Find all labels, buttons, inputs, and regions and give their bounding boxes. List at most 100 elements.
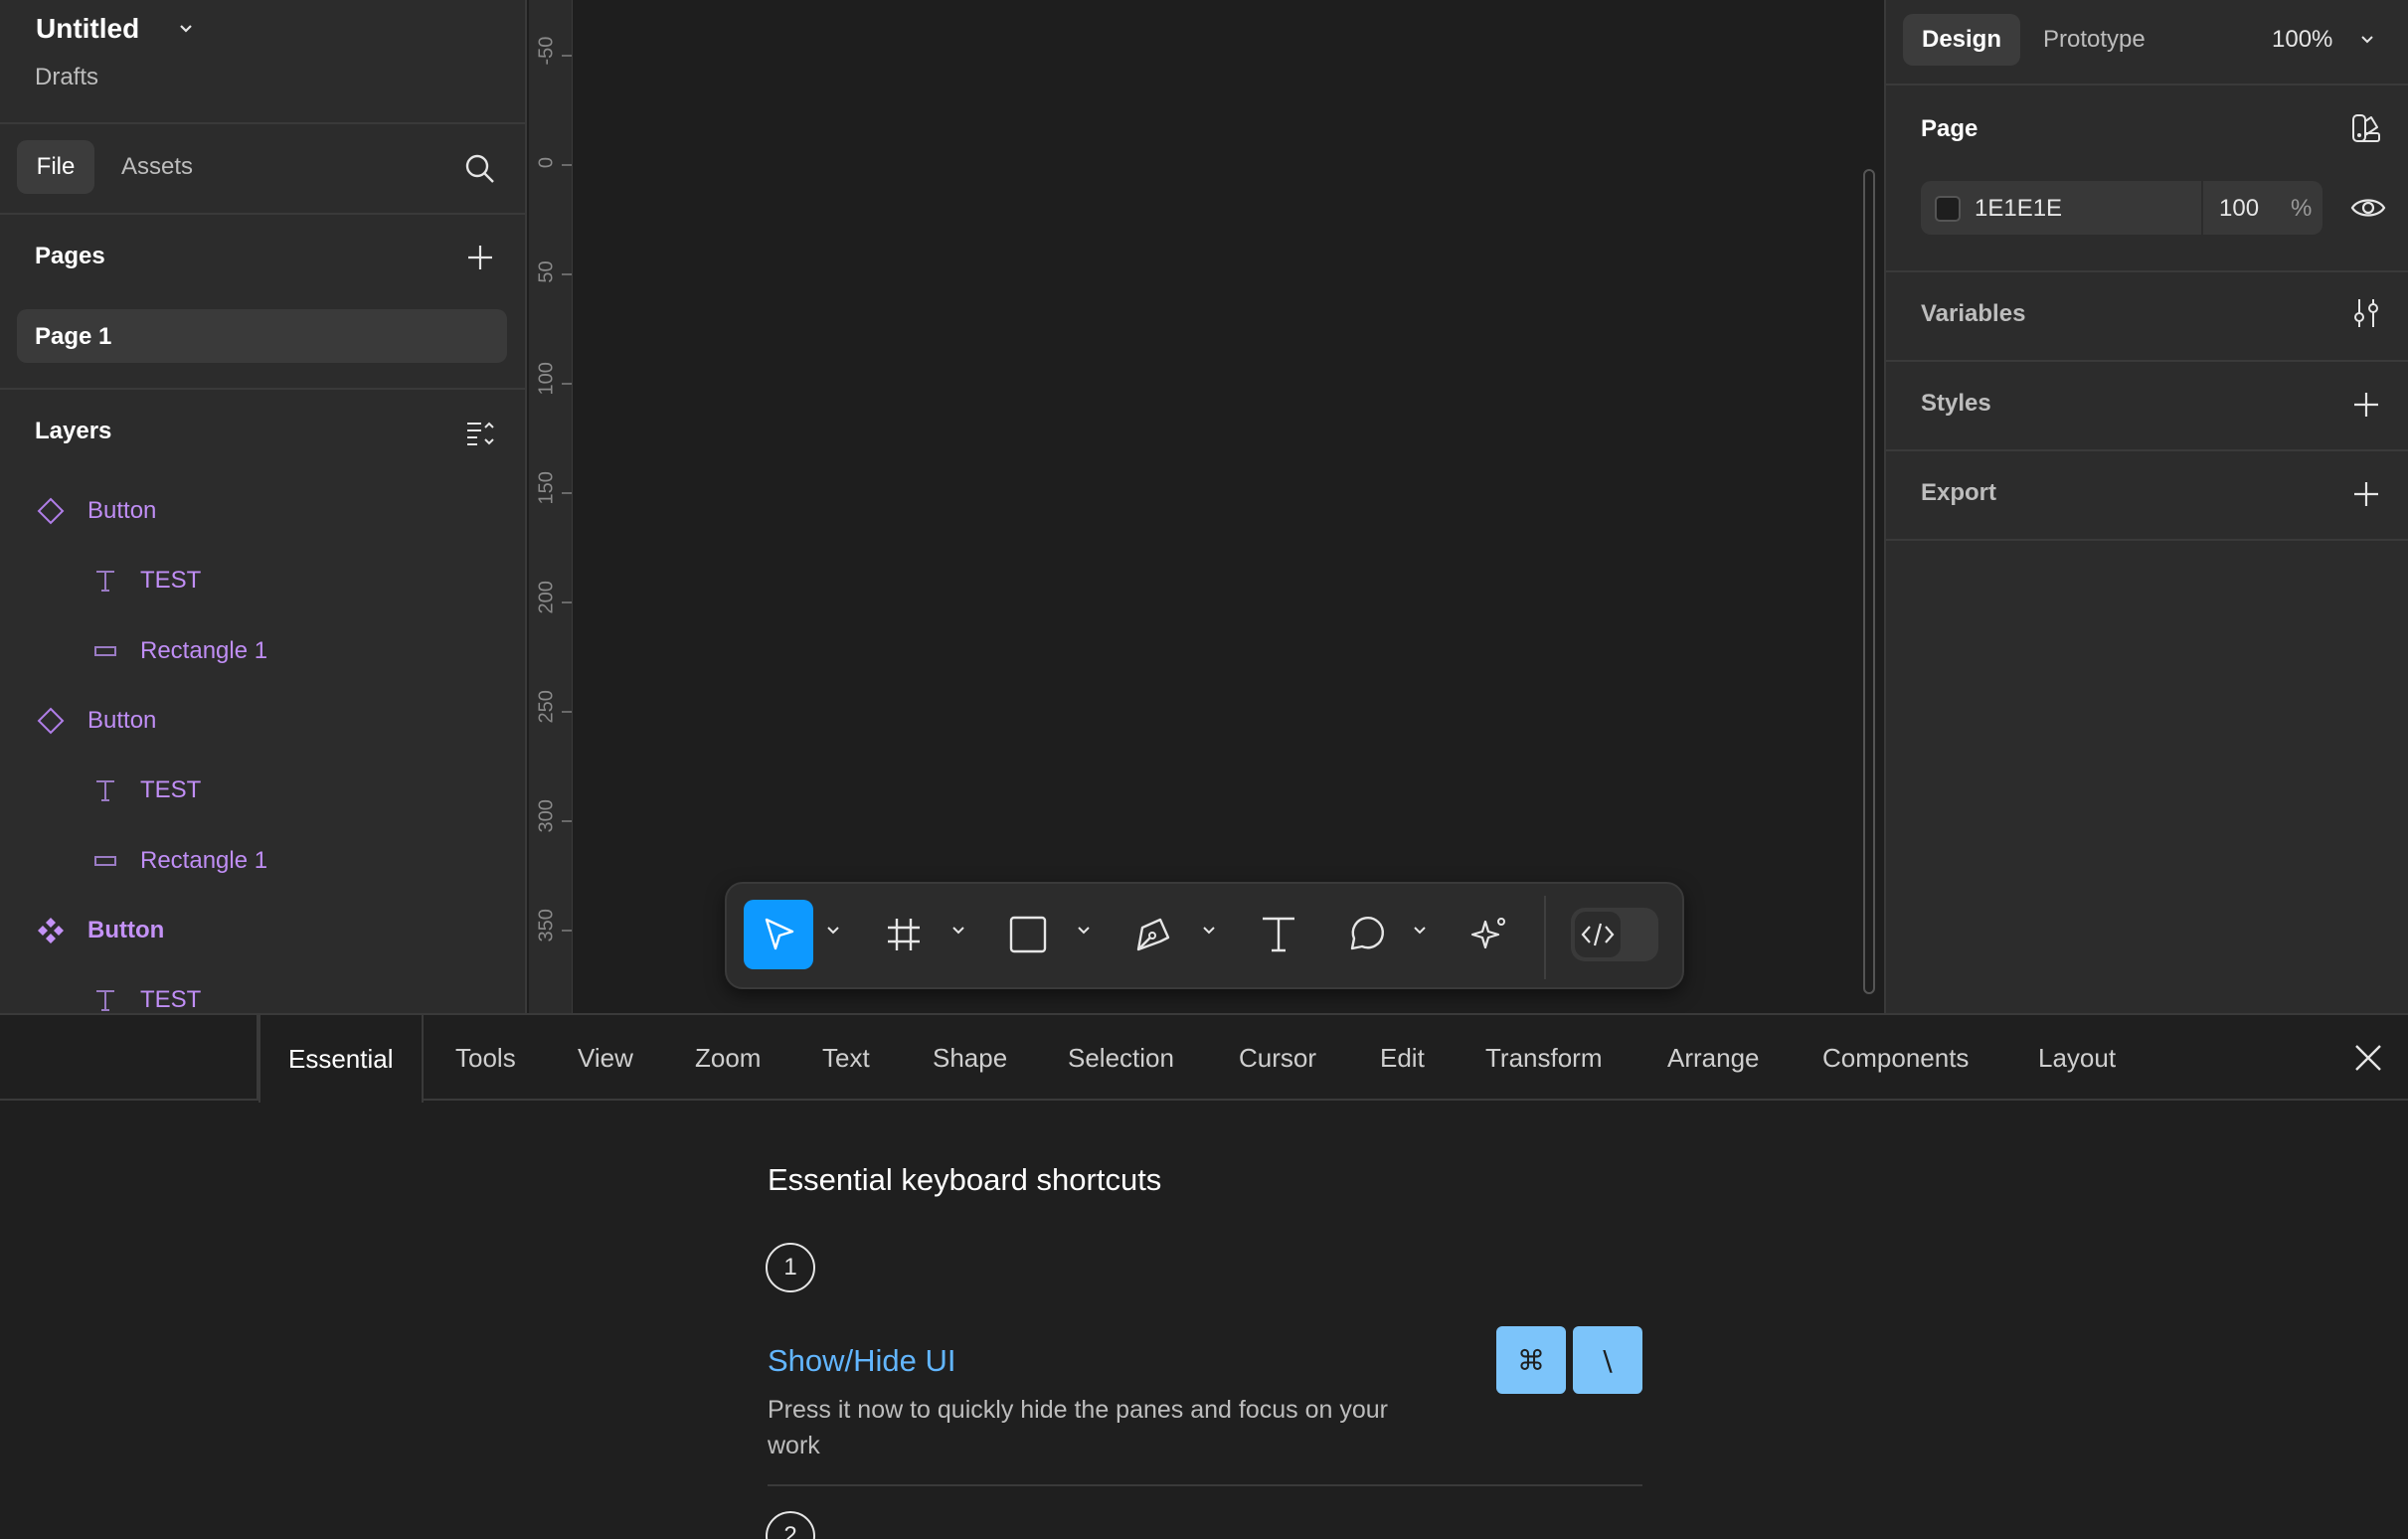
ruler-label: 300 xyxy=(535,799,558,833)
shortcut-tab-text[interactable]: Text xyxy=(822,1015,870,1101)
ruler-label: 0 xyxy=(535,156,558,169)
comment-tool-button[interactable] xyxy=(1331,900,1401,969)
shortcut-description: Press it now to quickly hide the panes a… xyxy=(768,1396,1388,1459)
chevron-down-icon[interactable] xyxy=(1075,922,1093,940)
ruler-tick xyxy=(562,55,572,57)
ruler-tick xyxy=(562,492,572,494)
file-location[interactable]: Drafts xyxy=(35,64,98,91)
layer-row[interactable]: Button xyxy=(0,696,525,746)
background-opacity-input[interactable]: 100 xyxy=(2219,195,2259,223)
ruler-label: 150 xyxy=(535,471,558,505)
shortcut-tab-view[interactable]: View xyxy=(578,1015,633,1101)
divider xyxy=(1886,449,2408,451)
shortcut-tab-zoom[interactable]: Zoom xyxy=(695,1015,761,1101)
page-list-item[interactable]: Page 1 xyxy=(17,309,507,363)
page-background-field[interactable]: 1E1E1E 100 % xyxy=(1921,181,2322,235)
shortcut-tab-shape[interactable]: Shape xyxy=(933,1015,1007,1101)
plus-icon[interactable] xyxy=(2349,477,2383,511)
shortcut-tab-arrange[interactable]: Arrange xyxy=(1667,1015,1760,1101)
ruler-label: -50 xyxy=(535,36,558,66)
ruler-label: 350 xyxy=(535,909,558,942)
divider xyxy=(1886,84,2408,86)
shortcut-tab-layout[interactable]: Layout xyxy=(2038,1015,2116,1101)
shortcut-title[interactable]: Show/Hide UI xyxy=(768,1343,956,1379)
chevron-down-icon[interactable] xyxy=(175,18,197,40)
component-instance-icon xyxy=(37,707,65,735)
shortcut-tab-transform[interactable]: Transform xyxy=(1485,1015,1603,1101)
variables-section-title[interactable]: Variables xyxy=(1921,300,2025,328)
component-instance-icon xyxy=(37,497,65,525)
text-t-icon xyxy=(1263,917,1294,952)
file-title[interactable]: Untitled xyxy=(36,13,139,45)
sparkle-icon xyxy=(1470,918,1505,949)
shortcut-tab-cursor[interactable]: Cursor xyxy=(1239,1015,1316,1101)
text-icon xyxy=(96,571,114,592)
ruler-label: 50 xyxy=(535,260,558,283)
step-number-badge: 1 xyxy=(766,1243,815,1292)
pen-tool-button[interactable] xyxy=(1118,900,1188,969)
eye-icon[interactable] xyxy=(2349,189,2387,227)
rectangle-icon xyxy=(1009,916,1047,953)
dev-mode-toggle[interactable] xyxy=(1571,908,1658,961)
plus-icon[interactable] xyxy=(2349,388,2383,422)
text-icon xyxy=(96,990,114,1011)
shortcut-tab-edit[interactable]: Edit xyxy=(1380,1015,1425,1101)
page-list-item-label: Page 1 xyxy=(35,323,112,350)
dev-mode-knob xyxy=(1575,912,1621,957)
tab-assets[interactable]: Assets xyxy=(109,140,205,194)
chevron-down-icon[interactable] xyxy=(949,922,967,940)
shape-tool-button[interactable] xyxy=(993,900,1063,969)
search-icon[interactable] xyxy=(463,152,497,186)
shortcut-tab-tools[interactable]: Tools xyxy=(455,1015,516,1101)
collapse-layers-icon[interactable] xyxy=(463,416,497,449)
layer-row[interactable]: TEST xyxy=(0,975,525,1013)
layer-row[interactable]: Button xyxy=(0,486,525,536)
command-key-cap: ⌘ xyxy=(1496,1326,1566,1394)
tab-design[interactable]: Design xyxy=(1903,14,2020,66)
canvas[interactable] xyxy=(574,0,1884,1013)
shortcut-tab-essential[interactable]: Essential xyxy=(258,1015,424,1103)
layer-row[interactable]: TEST xyxy=(0,766,525,815)
zoom-dropdown[interactable]: 100% xyxy=(2272,14,2332,66)
layer-label: TEST xyxy=(140,776,202,803)
pages-heading: Pages xyxy=(35,243,105,269)
keyboard-shortcuts-panel: Essential Tools View Zoom Text Shape Sel… xyxy=(0,1013,2408,1539)
canvas-scrollbar[interactable] xyxy=(1863,169,1875,994)
ruler-label: 250 xyxy=(535,690,558,724)
color-swatch[interactable] xyxy=(1935,196,1961,222)
actions-tool-button[interactable] xyxy=(1455,900,1524,969)
chevron-down-icon[interactable] xyxy=(1411,922,1429,940)
styles-palette-icon[interactable] xyxy=(2349,111,2383,145)
move-tool-button[interactable] xyxy=(744,900,813,969)
layer-row[interactable]: Rectangle 1 xyxy=(0,836,525,886)
layer-label: TEST xyxy=(140,567,202,594)
plus-icon[interactable] xyxy=(463,241,497,274)
ruler-tick xyxy=(562,930,572,932)
toolbar-divider xyxy=(1544,896,1546,979)
styles-section-title: Styles xyxy=(1921,390,1991,417)
chevron-down-icon[interactable] xyxy=(2357,30,2377,50)
layers-heading: Layers xyxy=(35,418,112,444)
shortcut-tab-selection[interactable]: Selection xyxy=(1068,1015,1174,1101)
bottom-toolbar xyxy=(725,882,1684,989)
step-number-badge: 2 xyxy=(766,1511,815,1539)
ruler-tick xyxy=(562,164,572,166)
background-hex-input[interactable]: 1E1E1E xyxy=(1975,195,2062,223)
layer-row[interactable]: Rectangle 1 xyxy=(0,626,525,676)
divider xyxy=(0,388,525,390)
chevron-down-icon[interactable] xyxy=(1200,922,1218,940)
layer-row[interactable]: Button xyxy=(0,906,525,955)
text-icon xyxy=(96,780,114,801)
chevron-down-icon[interactable] xyxy=(824,922,842,940)
tab-prototype[interactable]: Prototype xyxy=(2037,14,2151,66)
layer-label: Button xyxy=(87,497,157,524)
frame-tool-button[interactable] xyxy=(869,900,939,969)
ruler-tick xyxy=(562,820,572,822)
shortcut-tab-components[interactable]: Components xyxy=(1822,1015,1969,1101)
shortcuts-heading: Essential keyboard shortcuts xyxy=(768,1162,1162,1197)
text-tool-button[interactable] xyxy=(1244,900,1313,969)
layer-row[interactable]: TEST xyxy=(0,556,525,605)
close-icon[interactable] xyxy=(2350,1040,2386,1076)
sliders-icon[interactable] xyxy=(2349,296,2383,330)
tab-file[interactable]: File xyxy=(17,140,94,194)
